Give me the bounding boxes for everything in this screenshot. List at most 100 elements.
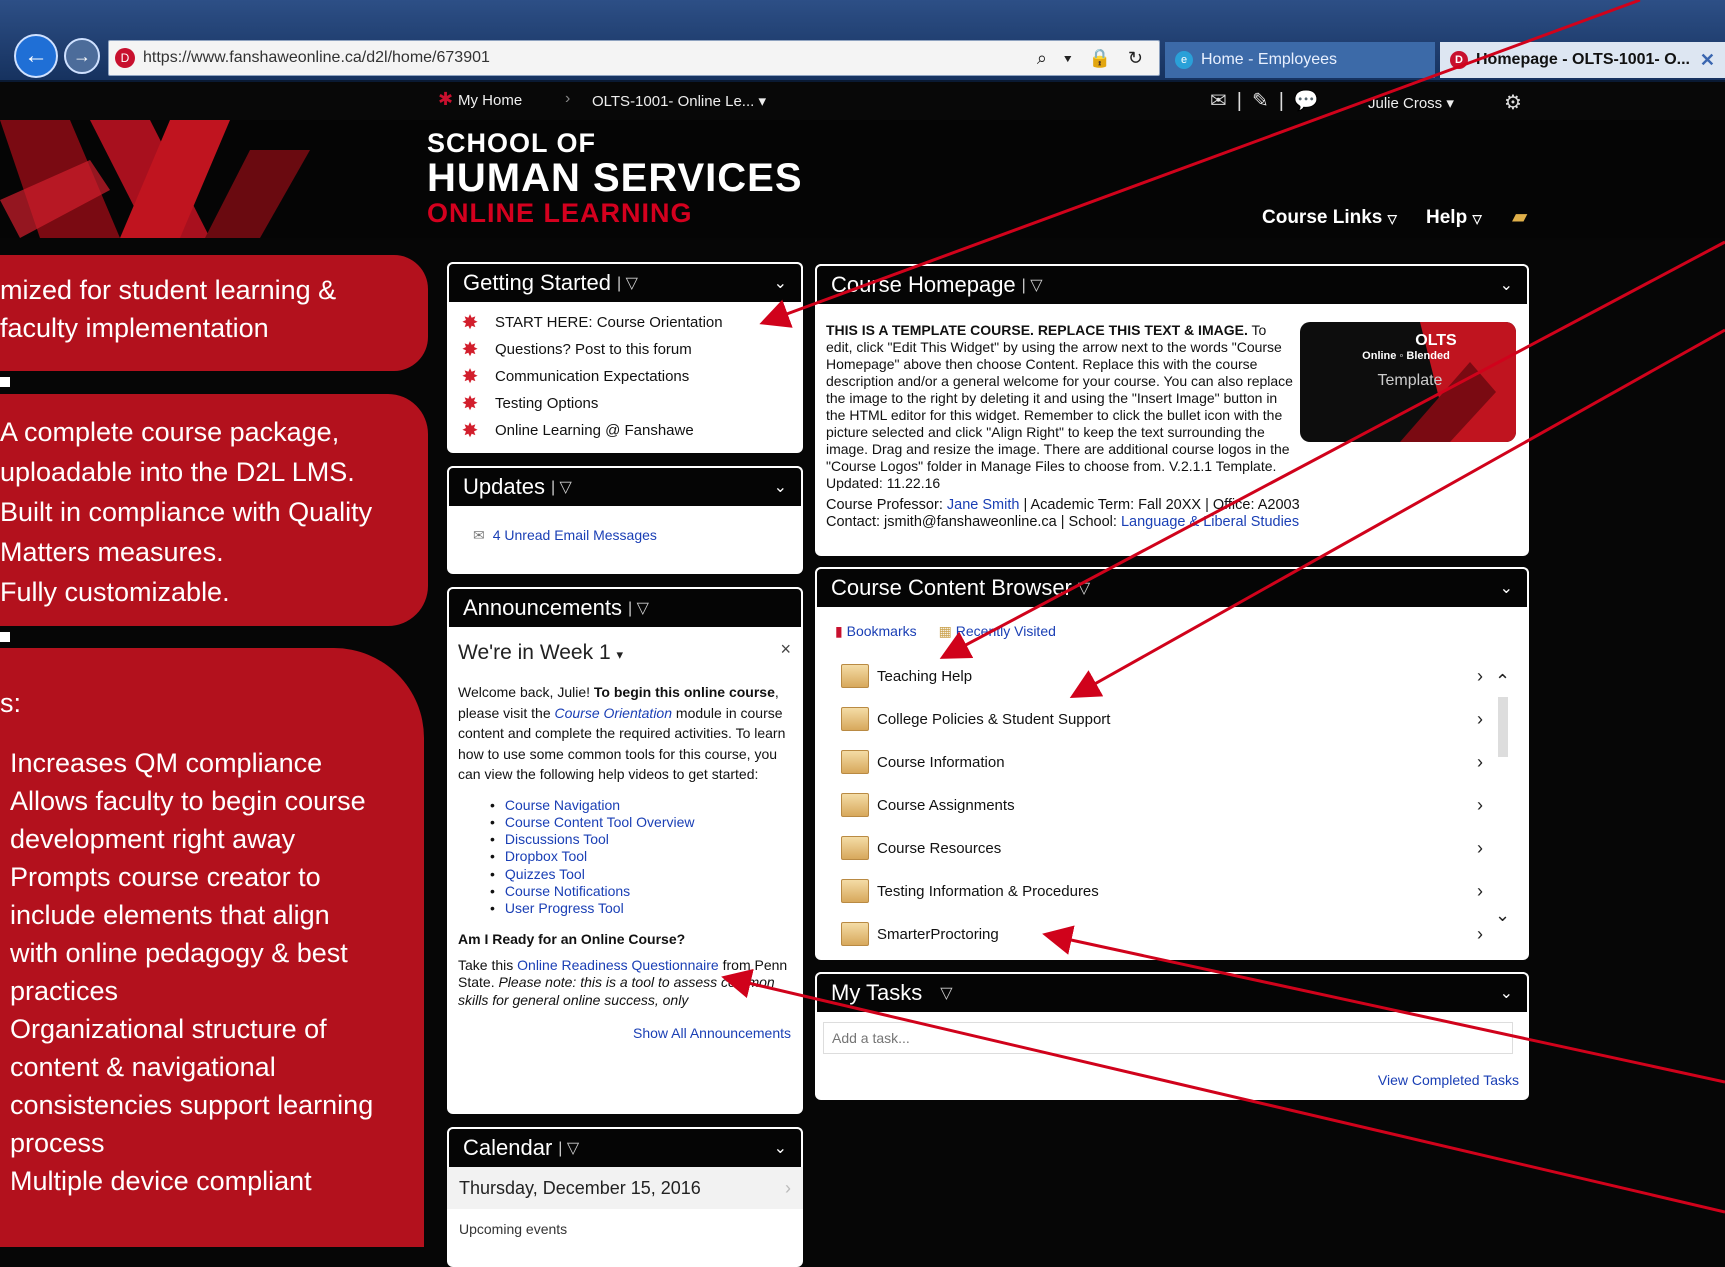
- envelope-icon: ✉: [473, 527, 485, 543]
- recently-visited-label: Recently Visited: [955, 623, 1056, 639]
- badge-icon: ✸: [461, 420, 479, 442]
- gear-icon[interactable]: ⚙: [1504, 90, 1522, 115]
- benefit-line: Organizational structure of: [10, 1014, 327, 1044]
- callout-purpose: mized for student learning & faculty imp…: [0, 255, 428, 371]
- back-button[interactable]: ←: [14, 34, 58, 78]
- help-video-link[interactable]: Dropbox Tool: [490, 848, 791, 865]
- announcement-body: Welcome back, Julie! To begin this onlin…: [458, 682, 791, 785]
- benefit-line: development right away: [10, 824, 296, 854]
- gs-item[interactable]: ✸ Online Learning @ Fanshawe: [447, 417, 803, 444]
- scroll-down-icon[interactable]: ⌄: [1495, 905, 1510, 926]
- gs-item-label: Communication Expectations: [495, 368, 690, 385]
- help-video-link[interactable]: Course Navigation: [490, 797, 791, 814]
- bookmarks-tab[interactable]: ▮ Bookmarks: [835, 623, 917, 640]
- d2l-minibar: [0, 82, 1725, 120]
- widget-title: Course Content Browser: [831, 575, 1072, 600]
- widget-menu-icon[interactable]: ▽: [940, 983, 952, 1003]
- widget-menu-icon[interactable]: ▽: [1078, 578, 1090, 598]
- intro-text: Welcome back, Julie!: [458, 684, 594, 700]
- close-tab-icon[interactable]: ✕: [1700, 50, 1715, 71]
- collapse-icon[interactable]: ⌄: [774, 477, 787, 497]
- widget-menu-icon[interactable]: | ▽: [558, 1138, 579, 1158]
- address-bar[interactable]: D https://www.fanshaweonline.ca/d2l/home…: [108, 40, 1160, 76]
- view-completed-tasks-link[interactable]: View Completed Tasks: [1378, 1072, 1519, 1088]
- callout-line: Matters measures.: [0, 537, 224, 567]
- gs-item[interactable]: ✸ Communication Expectations: [447, 363, 803, 390]
- module-row[interactable]: Course Resources ›: [841, 831, 1483, 865]
- help-video-label: Dropbox Tool: [504, 848, 588, 865]
- help-video-link[interactable]: Discussions Tool: [490, 831, 791, 848]
- widget-menu-icon[interactable]: | ▽: [628, 598, 649, 618]
- browser-tab-employees[interactable]: e Home - Employees: [1165, 42, 1435, 78]
- help-video-link[interactable]: Quizzes Tool: [490, 866, 791, 883]
- benefit-line: process: [10, 1128, 105, 1158]
- module-row[interactable]: College Policies & Student Support ›: [841, 702, 1483, 736]
- benefit-line: consistencies support learning: [10, 1090, 374, 1120]
- collapse-icon[interactable]: ⌄: [1500, 578, 1513, 598]
- help-menu[interactable]: Help ▽: [1426, 207, 1482, 229]
- widget-menu-icon[interactable]: | ▽: [617, 273, 638, 293]
- dismiss-icon[interactable]: ×: [780, 639, 791, 660]
- show-all-label: Show All Announcements: [633, 1024, 791, 1041]
- readiness-questionnaire-link[interactable]: Online Readiness Questionnaire: [517, 957, 719, 973]
- notification-icons[interactable]: ✉|✎|💬: [1210, 88, 1329, 113]
- chevron-down-icon: ▾: [616, 647, 624, 662]
- course-contact-info: Course Professor: Jane Smith | Academic …: [826, 497, 1300, 531]
- user-name-label: Julie Cross: [1368, 95, 1443, 112]
- help-video-link[interactable]: User Progress Tool: [490, 900, 791, 917]
- collapse-icon[interactable]: ⌄: [774, 1138, 787, 1158]
- school-link[interactable]: Language & Liberal Studies: [1121, 514, 1299, 530]
- collapse-icon[interactable]: ⌄: [1500, 275, 1513, 295]
- tab-label: Home - Employees: [1201, 51, 1338, 68]
- updates-widget: Updates | ▽ ⌄ ✉ 4 Unread Email Messages: [447, 466, 803, 574]
- badge-icon: ✸: [461, 312, 479, 334]
- course-homepage-widget: Course Homepage | ▽ ⌄ THIS IS A TEMPLATE…: [815, 264, 1529, 556]
- module-row[interactable]: Teaching Help ›: [841, 659, 1483, 693]
- scroll-up-icon[interactable]: ⌃: [1495, 671, 1510, 692]
- calendar-date[interactable]: Thursday, December 15, 2016 ›: [447, 1167, 803, 1209]
- module-row[interactable]: Course Information ›: [841, 745, 1483, 779]
- scrollbar-thumb[interactable]: [1498, 697, 1508, 757]
- recently-visited-tab[interactable]: ▦ Recently Visited: [939, 623, 1056, 640]
- course-orientation-link[interactable]: Course Orientation: [555, 705, 673, 721]
- announcement-title[interactable]: We're in Week 1 ▾: [458, 641, 791, 665]
- gs-item[interactable]: ✸ Questions? Post to this forum: [447, 336, 803, 363]
- widget-menu-icon[interactable]: | ▽: [1022, 275, 1043, 295]
- url-text[interactable]: https://www.fanshaweonline.ca/d2l/home/6…: [143, 49, 490, 67]
- forward-button[interactable]: →: [64, 38, 100, 74]
- widget-menu-icon[interactable]: | ▽: [551, 477, 572, 497]
- gs-item[interactable]: ✸ Testing Options: [447, 390, 803, 417]
- professor-link[interactable]: Jane Smith: [947, 497, 1020, 513]
- badge-icon: ✸: [461, 393, 479, 415]
- help-video-link[interactable]: Course Notifications: [490, 883, 791, 900]
- content-browser-widget: Course Content Browser ▽ ⌄ ▮ Bookmarks ▦…: [815, 567, 1529, 960]
- add-task-input[interactable]: [823, 1022, 1513, 1054]
- course-links-menu[interactable]: Course Links ▽: [1262, 207, 1397, 229]
- user-menu[interactable]: Julie Cross ▾: [1368, 94, 1454, 112]
- course-selector[interactable]: OLTS-1001- Online Le... ▾: [592, 92, 766, 110]
- getting-started-widget: Getting Started | ▽ ⌄ ✸ START HERE: Cours…: [447, 262, 803, 453]
- collapse-icon[interactable]: ⌄: [774, 273, 787, 293]
- bookmark-icon: ▮: [835, 623, 843, 639]
- unread-email-link[interactable]: ✉ 4 Unread Email Messages: [447, 506, 803, 544]
- module-row[interactable]: Course Assignments ›: [841, 788, 1483, 822]
- readiness-text: Take this Online Readiness Questionnaire…: [458, 957, 791, 1009]
- home-logo-icon: ✱: [438, 89, 454, 109]
- announcement-title-label: We're in Week 1: [458, 641, 611, 664]
- logo-subtitle: Online ◦ Blended: [1362, 350, 1450, 362]
- show-all-announcements-link[interactable]: Show All Announcements: [458, 1025, 791, 1041]
- module-row[interactable]: SmarterProctoring ›: [841, 917, 1483, 951]
- chevron-right-icon: ›: [1477, 665, 1483, 686]
- help-video-link[interactable]: Course Content Tool Overview: [490, 814, 791, 831]
- gs-item[interactable]: ✸ START HERE: Course Orientation: [447, 309, 803, 336]
- browser-tab-homepage[interactable]: D Homepage - OLTS-1001- O... ✕: [1440, 42, 1725, 78]
- my-home-link[interactable]: My Home: [458, 92, 522, 109]
- folder-icon[interactable]: ▰: [1512, 204, 1527, 229]
- module-row[interactable]: Testing Information & Procedures ›: [841, 874, 1483, 908]
- benefit-line: practices: [10, 976, 119, 1006]
- help-video-label: Course Content Tool Overview: [504, 813, 695, 830]
- address-tools-icons[interactable]: ⌕ ▾ 🔒 ↻: [1037, 48, 1149, 69]
- calendar-date-label: Thursday, December 15, 2016: [459, 1177, 701, 1198]
- widget-header: Course Homepage | ▽ ⌄: [815, 264, 1529, 304]
- collapse-icon[interactable]: ⌄: [1500, 983, 1513, 1003]
